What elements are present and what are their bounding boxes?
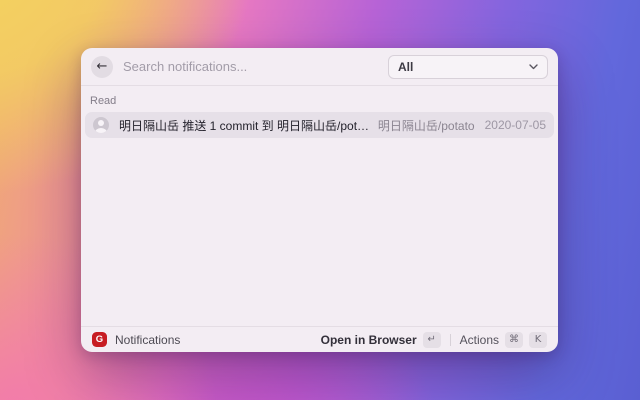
notification-row[interactable]: 明日隔山岳 推送 1 commit 到 明日隔山岳/potato 的 docum… <box>85 112 554 138</box>
section-label-read: Read <box>90 95 117 107</box>
enter-key-icon: ↵ <box>422 331 441 348</box>
filter-dropdown-value: All <box>398 59 414 74</box>
gitee-logo-icon: G <box>92 332 107 347</box>
back-arrow-icon: ← <box>96 59 108 74</box>
notification-repo: 明日隔山岳/potato <box>377 118 475 133</box>
chevron-down-icon <box>529 63 538 70</box>
notification-list: Read 明日隔山岳 推送 1 commit 到 明日隔山岳/potato 的 … <box>81 86 558 326</box>
k-key-icon: K <box>529 331 547 348</box>
notification-date: 2020-07-05 <box>484 118 546 132</box>
search-bar: ← All <box>81 48 558 86</box>
notification-title: 明日隔山岳 推送 1 commit 到 明日隔山岳/potato 的 docum… <box>119 118 370 133</box>
footer-app: G Notifications <box>92 332 180 347</box>
footer-divider <box>449 333 451 346</box>
desktop-background: ← All Read 明日隔山岳 推送 1 commit 到 明日隔山岳/pot… <box>0 0 640 400</box>
cmd-key-icon: ⌘ <box>505 331 523 348</box>
notifications-window: ← All Read 明日隔山岳 推送 1 commit 到 明日隔山岳/pot… <box>81 48 558 352</box>
search-input[interactable] <box>123 59 388 74</box>
footer-bar: G Notifications Open in Browser ↵ Action… <box>81 326 558 352</box>
actions-label: Actions <box>459 332 499 347</box>
footer-actions: Open in Browser ↵ Actions ⌘ K <box>320 331 547 348</box>
footer-app-name: Notifications <box>115 332 181 347</box>
back-button[interactable]: ← <box>91 55 113 78</box>
filter-dropdown[interactable]: All <box>388 54 548 79</box>
open-in-browser-label: Open in Browser <box>320 332 417 347</box>
open-in-browser-button[interactable]: Open in Browser ↵ <box>320 331 441 348</box>
user-avatar-icon <box>93 117 109 133</box>
actions-button[interactable]: Actions ⌘ K <box>459 331 547 348</box>
